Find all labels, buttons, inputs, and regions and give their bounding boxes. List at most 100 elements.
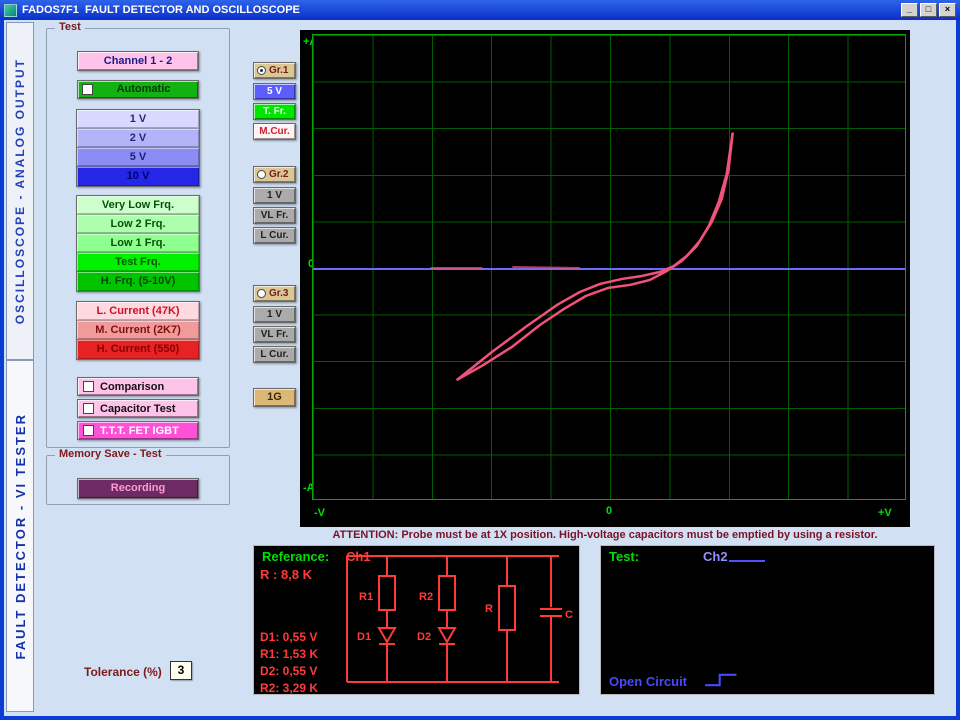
graph1-voltage-button[interactable]: 5 V [253,83,296,100]
resistor-r2 [439,576,455,610]
memory-save-group-title: Memory Save - Test [55,448,166,460]
app-window: FADOS7F1 FAULT DETECTOR AND OSCILLOSCOPE… [0,0,960,720]
current-button-stack: L. Current (47K) M. Current (2K7) H. Cur… [76,301,200,360]
window-title: FADOS7F1 FAULT DETECTOR AND OSCILLOSCOPE [22,4,300,16]
low-current-button[interactable]: L. Current (47K) [77,302,199,321]
voltage-1v-button[interactable]: 1 V [77,110,199,129]
graph1-current-button[interactable]: M.Cur. [253,123,296,140]
graph2-radio-row[interactable]: Gr.2 [253,166,296,183]
tab-fault-detector-label: FAULT DETECTOR - VI TESTER [13,413,28,660]
open-circuit-status: Open Circuit [609,674,687,689]
ttt-fet-igbt-check-row[interactable]: T.T.T. FET IGBT [77,421,199,440]
capacitor-test-checkbox[interactable] [83,403,94,414]
title-bar[interactable]: FADOS7F1 FAULT DETECTOR AND OSCILLOSCOPE… [0,0,960,20]
ch2-trace-marker [729,560,765,562]
tab-oscilloscope-label: OSCILLOSCOPE - ANALOG OUTPUT [13,58,27,324]
circuit-rails [347,556,559,682]
graph2-current-button[interactable]: L Cur. [253,227,296,244]
diode-d1 [379,628,395,642]
label-r1: R1 [359,591,373,603]
vi-curve-forward [458,134,733,380]
low-2-frq-button[interactable]: Low 2 Frq. [77,215,199,234]
vi-curve-return [458,134,733,380]
comparison-label: Comparison [100,381,164,393]
label-d1: D1 [357,631,371,643]
reference-label: Referance: [262,549,329,564]
reference-value-r1: R1: 1,53 K [260,647,318,661]
reference-value-d2: D2: 0,55 V [260,664,317,678]
graph3-radio[interactable] [257,289,266,298]
graph3-frequency-button[interactable]: VL Fr. [253,326,296,343]
memory-save-group: Memory Save - Test Recording [46,455,230,505]
high-frq-button[interactable]: H. Frq. (5-10V) [77,272,199,291]
graph3-current-button[interactable]: L Cur. [253,346,296,363]
test-label: Test: [609,549,639,564]
resistor-r [499,586,515,630]
test-group: Test Channel 1 - 2 Automatic 1 V 2 V 5 V… [46,28,230,448]
vi-curve-plot [313,35,905,499]
capacitor-test-check-row[interactable]: Capacitor Test [77,399,199,418]
label-d2: D2 [417,631,431,643]
client-area: OSCILLOSCOPE - ANALOG OUTPUT FAULT DETEC… [4,20,956,716]
comparison-check-row[interactable]: Comparison [77,377,199,396]
channel-1-2-button[interactable]: Channel 1 - 2 [77,51,199,71]
zero-line-trace-dash-2 [512,267,580,268]
graph3-label: Gr.3 [269,288,288,299]
scope-grid [312,34,906,500]
high-current-button[interactable]: H. Current (550) [77,340,199,359]
reference-resistance: R : 8,8 K [260,567,312,582]
automatic-button[interactable]: Automatic [77,80,199,99]
graph3-voltage-button[interactable]: 1 V [253,306,296,323]
low-1-frq-button[interactable]: Low 1 Frq. [77,234,199,253]
window-controls: _ □ × [901,3,956,17]
voltage-5v-button[interactable]: 5 V [77,148,199,167]
diode-d2 [439,628,455,642]
oscilloscope-display: +A 0 -A -V 0 +V [300,30,910,527]
open-circuit-icon [703,670,751,690]
automatic-checkbox[interactable] [82,84,93,95]
test-frq-button[interactable]: Test Frq. [77,253,199,272]
graph2-label: Gr.2 [269,169,288,180]
graph1-radio-row[interactable]: Gr.1 [253,62,296,79]
graph2-voltage-button[interactable]: 1 V [253,187,296,204]
tab-fault-detector-vi-tester[interactable]: FAULT DETECTOR - VI TESTER [6,360,34,712]
reference-value-d1: D1: 0,55 V [260,630,317,644]
minimize-button[interactable]: _ [901,3,918,17]
app-icon [4,4,17,17]
graph2-frequency-button[interactable]: VL Fr. [253,207,296,224]
scope-label-zero-x: 0 [606,505,612,517]
voltage-2v-button[interactable]: 2 V [77,129,199,148]
graph3-radio-row[interactable]: Gr.3 [253,285,296,302]
close-button[interactable]: × [939,3,956,17]
ttt-fet-igbt-label: T.T.T. FET IGBT [100,425,179,437]
maximize-button[interactable]: □ [920,3,937,17]
tolerance-label: Tolerance (%) [84,665,162,679]
label-r2: R2 [419,591,433,603]
voltage-button-stack: 1 V 2 V 5 V 10 V [76,109,200,187]
scope-label-plus-v: +V [878,507,892,519]
graph1-frequency-button[interactable]: T. Fr. [253,103,296,120]
test-result-panel: Test: Ch2 Open Circuit [600,545,935,695]
medium-current-button[interactable]: M. Current (2K7) [77,321,199,340]
tab-oscilloscope-analog-output[interactable]: OSCILLOSCOPE - ANALOG OUTPUT [6,22,34,360]
graph1-radio[interactable] [257,66,266,75]
label-r: R [485,603,493,615]
voltage-10v-button[interactable]: 10 V [77,167,199,186]
reference-circuit-diagram: R1 R2 R D1 D2 C [339,550,577,692]
resistor-r1 [379,576,395,610]
tolerance-value-field[interactable]: 3 [170,661,192,680]
gain-1g-button[interactable]: 1G [253,388,296,407]
recording-button[interactable]: Recording [77,478,199,499]
ttt-fet-igbt-checkbox[interactable] [83,425,94,436]
comparison-checkbox[interactable] [83,381,94,392]
label-c: C [565,609,573,621]
reference-value-r2: R2: 3,29 K [260,681,318,695]
frequency-button-stack: Very Low Frq. Low 2 Frq. Low 1 Frq. Test… [76,195,200,292]
reference-panel: Referance: Ch1 R : 8,8 K D1: 0,55 V R1: … [253,545,580,695]
graph2-radio[interactable] [257,170,266,179]
capacitor-test-label: Capacitor Test [100,403,176,415]
very-low-frq-button[interactable]: Very Low Frq. [77,196,199,215]
attention-note: ATTENTION: Probe must be at 1X position.… [300,529,910,541]
test-group-title: Test [55,21,85,33]
scope-label-minus-v: -V [314,507,325,519]
